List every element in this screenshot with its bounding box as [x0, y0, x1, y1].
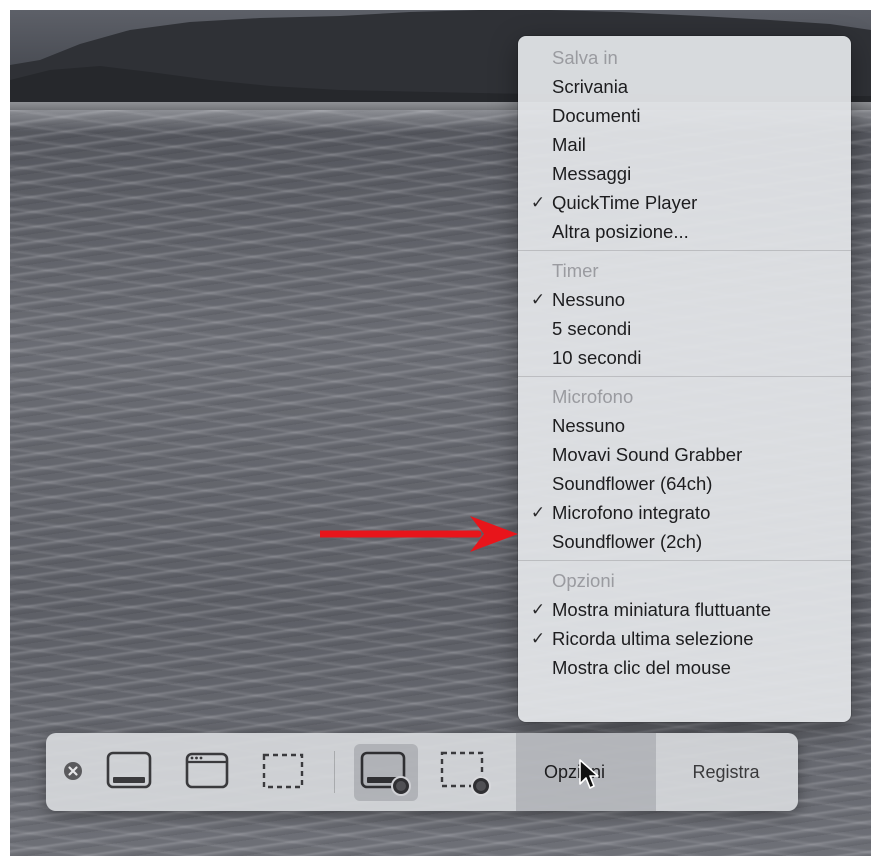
- menu-item-label: 10 secondi: [552, 347, 642, 368]
- menu-item-label: Nessuno: [552, 415, 626, 436]
- menu-item-label: Ricorda ultima selezione: [552, 628, 754, 649]
- checkmark-icon: ✓: [530, 600, 546, 619]
- menu-separator: [518, 560, 851, 561]
- capture-window-button[interactable]: [182, 749, 232, 795]
- menu-item[interactable]: Scrivania: [518, 72, 851, 101]
- capture-entire-screen-button[interactable]: [104, 749, 154, 795]
- record-entire-screen-button[interactable]: [354, 744, 418, 801]
- close-button[interactable]: [64, 762, 82, 780]
- capture-selection-button[interactable]: [258, 749, 308, 795]
- menu-item-label: Mostra clic del mouse: [552, 657, 731, 678]
- checkmark-icon: ✓: [530, 629, 546, 648]
- menu-item-label: Mostra miniatura fluttuante: [552, 599, 772, 620]
- menu-section-header: Opzioni: [552, 570, 615, 591]
- record-selection-icon: [440, 751, 491, 796]
- menu-item-label: Movavi Sound Grabber: [552, 444, 743, 465]
- menu-item[interactable]: ✓ QuickTime Player: [518, 188, 851, 217]
- menu-item[interactable]: ✓ Ricorda ultima selezione: [518, 624, 851, 653]
- menu-item[interactable]: Soundflower (2ch): [518, 527, 851, 556]
- menu-item[interactable]: ✓ Microfono integrato: [518, 498, 851, 527]
- menu-item-label: Mail: [552, 134, 586, 155]
- close-icon: [68, 766, 78, 776]
- menu-item[interactable]: 5 secondi: [518, 314, 851, 343]
- capture-entire-screen-icon: [106, 751, 152, 789]
- menu-section-header: Salva in: [552, 47, 618, 68]
- menu-item-label: Altra posizione...: [552, 221, 689, 242]
- menu-separator: [518, 376, 851, 377]
- menu-item-label: QuickTime Player: [552, 192, 698, 213]
- menu-item-label: Soundflower (64ch): [552, 473, 713, 494]
- menu-item[interactable]: Mail: [518, 130, 851, 159]
- menu-item[interactable]: Messaggi: [518, 159, 851, 188]
- record-selection-button[interactable]: [434, 744, 498, 801]
- menu-item-label: Scrivania: [552, 76, 629, 97]
- checkmark-icon: ✓: [530, 503, 546, 522]
- menu-item-label: Nessuno: [552, 289, 626, 310]
- menu-item[interactable]: Movavi Sound Grabber: [518, 440, 851, 469]
- menu-item[interactable]: Altra posizione...: [518, 217, 851, 246]
- menu-item[interactable]: Nessuno: [518, 411, 851, 440]
- screenshot-toolbar: Opzioni Registra: [46, 733, 798, 811]
- menu-item[interactable]: 10 secondi: [518, 343, 851, 372]
- checkmark-icon: ✓: [530, 193, 546, 212]
- menu-item-label: 5 secondi: [552, 318, 632, 339]
- menu-item-label: Soundflower (2ch): [552, 531, 703, 552]
- menu-item[interactable]: ✓ Nessuno: [518, 285, 851, 314]
- menu-item[interactable]: Mostra clic del mouse: [518, 653, 851, 682]
- menu-item[interactable]: Documenti: [518, 101, 851, 130]
- capture-window-icon: [185, 752, 229, 789]
- record-button[interactable]: Registra: [666, 733, 786, 811]
- menu-separator: [518, 250, 851, 251]
- checkmark-icon: ✓: [530, 290, 546, 309]
- capture-selection-icon: [262, 753, 304, 789]
- menu-section-header: Microfono: [552, 386, 634, 407]
- menu-item[interactable]: Soundflower (64ch): [518, 469, 851, 498]
- options-dropdown-menu: Salva in Scrivania Documenti Mail Messaggi ✓ Q…: [518, 36, 851, 722]
- menu-item-label: Documenti: [552, 105, 641, 126]
- red-arrow-annotation: [320, 516, 518, 552]
- menu-section-header: Timer: [552, 260, 599, 281]
- toolbar-divider: [334, 751, 335, 793]
- menu-item[interactable]: ✓ Mostra miniatura fluttuante: [518, 595, 851, 624]
- menu-item-label: Messaggi: [552, 163, 632, 184]
- mouse-pointer-icon: [579, 759, 599, 789]
- record-entire-screen-icon: [360, 751, 411, 796]
- menu-item-label: Microfono integrato: [552, 502, 711, 523]
